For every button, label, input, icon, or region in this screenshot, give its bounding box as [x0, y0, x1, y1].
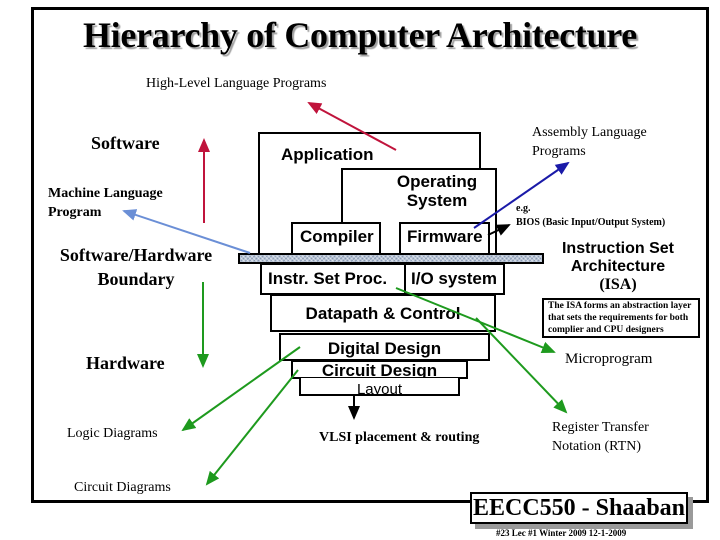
machine-language-line1: Machine Language — [48, 186, 163, 201]
rtn-line1: Register Transfer — [552, 420, 649, 435]
software-hardware-boundary-label: Software/Hardware Boundary — [50, 243, 222, 291]
os-line1: Operating — [396, 172, 478, 191]
isa-note-line2: that sets the requirements for both — [548, 313, 689, 323]
bios-line1: e.g. — [516, 203, 531, 214]
isa-label: Instruction Set Architecture (ISA) — [548, 240, 688, 294]
microprogram-label: Microprogram — [565, 351, 653, 367]
isa-note-line1: The ISA forms an abstraction layer — [548, 301, 692, 311]
firmware-label: Firmware — [407, 227, 483, 246]
datapath-control-label: Datapath & Control — [305, 304, 461, 323]
os-line2: System — [406, 191, 468, 210]
compiler-label: Compiler — [300, 227, 374, 246]
circuit-diagrams-label: Circuit Diagrams — [74, 480, 171, 495]
vlsi-label: VLSI placement & routing — [319, 430, 480, 445]
hardware-label: Hardware — [86, 353, 165, 373]
software-label: Software — [91, 133, 160, 153]
layout-layer: Layout — [299, 378, 460, 396]
assembly-line2: Programs — [532, 144, 586, 159]
assembly-language-label: Assembly Language Programs — [532, 123, 647, 161]
bios-label: e.g. BIOS (Basic Input/Output System) — [516, 202, 665, 230]
machine-language-label: Machine Language Program — [48, 184, 163, 222]
instr-set-proc-label: Instr. Set Proc. — [268, 269, 388, 288]
boundary-line2: Boundary — [97, 269, 175, 289]
rtn-label: Register Transfer Notation (RTN) — [552, 418, 649, 456]
boundary-line1: Software/Hardware — [59, 245, 213, 265]
page-title: Hierarchy of Computer Architecture — [82, 15, 637, 55]
isa-line3: (ISA) — [599, 276, 637, 293]
high-level-language-label: High-Level Language Programs — [146, 76, 327, 91]
operating-system-label: Operating System — [382, 172, 492, 210]
isa-note-line3: complier and CPU designers — [548, 325, 664, 335]
layout-label: Layout — [356, 381, 403, 396]
isa-line1: Instruction Set — [561, 240, 674, 257]
machine-language-line2: Program — [48, 205, 102, 220]
assembly-line1: Assembly Language — [532, 125, 647, 140]
logic-diagrams-label: Logic Diagrams — [67, 426, 158, 441]
course-footer-label: EECC550 - Shaaban — [472, 495, 686, 521]
course-footer-box: EECC550 - Shaaban — [470, 492, 688, 524]
rtn-line2: Notation (RTN) — [552, 439, 641, 454]
digital-design-label: Digital Design — [327, 339, 442, 358]
lecture-meta: #23 Lec #1 Winter 2009 12-1-2009 — [496, 528, 627, 538]
isa-line2: Architecture — [570, 258, 666, 275]
io-system-label: I/O system — [411, 269, 497, 288]
bios-line2: BIOS (Basic Input/Output System) — [516, 217, 666, 228]
isa-note-box: The ISA forms an abstraction layer that … — [542, 298, 700, 338]
application-label: Application — [281, 145, 374, 164]
